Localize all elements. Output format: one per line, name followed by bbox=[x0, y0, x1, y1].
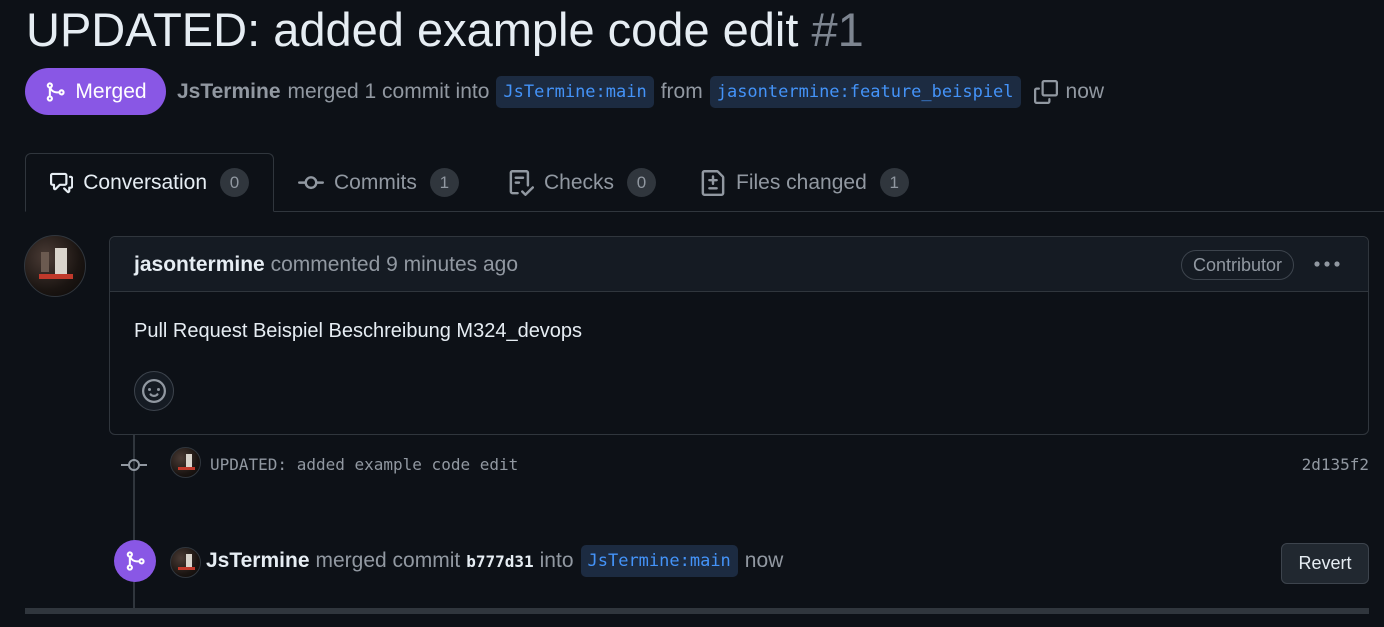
comment-discussion-icon bbox=[50, 172, 74, 193]
base-branch-label[interactable]: JsTermine:main bbox=[496, 76, 654, 108]
git-merge-icon bbox=[47, 81, 66, 102]
merge-into-text: into bbox=[539, 549, 574, 572]
comment-header: jasontermine commented 9 minutes ago Con… bbox=[110, 237, 1368, 292]
comment-author-avatar[interactable] bbox=[24, 235, 86, 297]
tab-files-changed-label: Files changed bbox=[736, 170, 867, 194]
tab-checks[interactable]: Checks 0 bbox=[508, 153, 657, 212]
pr-title-text: UPDATED: added example code edit bbox=[26, 3, 799, 56]
pr-meta: JsTermine merged 1 commit into JsTermine… bbox=[177, 76, 1104, 108]
tab-files-changed[interactable]: Files changed 1 bbox=[700, 153, 909, 212]
tab-conversation-count: 0 bbox=[220, 168, 249, 197]
comment-action: commented 9 minutes ago bbox=[270, 253, 519, 276]
merge-target-branch[interactable]: JsTermine:main bbox=[580, 545, 738, 577]
merge-description: merged 1 commit into bbox=[287, 80, 490, 103]
commit-sha-link[interactable]: 2d135f2 bbox=[1302, 455, 1369, 474]
smiley-icon bbox=[142, 379, 166, 403]
head-branch-label[interactable]: jasontermine:feature_beispiel bbox=[709, 76, 1021, 108]
timeline-end-divider bbox=[25, 608, 1369, 614]
merged-status-badge: Merged bbox=[25, 68, 166, 115]
pr-title: UPDATED: added example code edit #1 bbox=[26, 2, 864, 58]
comment-author[interactable]: jasontermine bbox=[134, 253, 265, 276]
merge-event-badge bbox=[114, 540, 156, 582]
tab-conversation[interactable]: Conversation 0 bbox=[25, 153, 274, 212]
checklist-icon bbox=[509, 169, 534, 196]
copy-icon[interactable] bbox=[1033, 80, 1058, 104]
tab-commits[interactable]: Commits 1 bbox=[298, 153, 459, 212]
add-reaction-button[interactable] bbox=[134, 371, 174, 411]
merge-event-time: now bbox=[744, 549, 784, 572]
merge-commit-sha[interactable]: b777d31 bbox=[466, 552, 533, 571]
tab-conversation-label: Conversation bbox=[83, 170, 207, 194]
merge-event: JsTermine merged commit b777d31 into JsT… bbox=[206, 545, 783, 577]
tab-checks-label: Checks bbox=[544, 170, 615, 194]
from-text: from bbox=[660, 80, 703, 103]
tab-commits-label: Commits bbox=[334, 170, 417, 194]
kebab-horizontal-icon[interactable] bbox=[1312, 251, 1342, 277]
file-diff-icon bbox=[701, 169, 725, 196]
git-commit-icon bbox=[298, 175, 324, 189]
commit-message-link[interactable]: UPDATED: added example code edit bbox=[210, 455, 518, 474]
comment-body: Pull Request Beispiel Beschreibung M324_… bbox=[134, 320, 583, 342]
git-commit-icon bbox=[121, 459, 147, 471]
commit-author-avatar[interactable] bbox=[170, 447, 201, 478]
comment-meta: jasontermine commented 9 minutes ago bbox=[134, 237, 518, 292]
merge-event-text: merged commit bbox=[315, 549, 461, 572]
revert-button[interactable]: Revert bbox=[1281, 543, 1369, 584]
merge-time: now bbox=[1065, 80, 1105, 103]
merge-event-author[interactable]: JsTermine bbox=[206, 549, 310, 573]
tab-files-changed-count: 1 bbox=[879, 168, 909, 197]
pr-number: #1 bbox=[811, 3, 864, 56]
git-merge-icon bbox=[126, 551, 145, 571]
merger-author-link[interactable]: JsTermine bbox=[177, 80, 281, 104]
tab-checks-count: 0 bbox=[627, 168, 657, 197]
merger-avatar[interactable] bbox=[170, 547, 201, 578]
tab-commits-count: 1 bbox=[429, 168, 459, 197]
comment-card: jasontermine commented 9 minutes ago Con… bbox=[109, 236, 1369, 435]
contributor-badge: Contributor bbox=[1181, 250, 1295, 280]
status-label: Merged bbox=[75, 79, 147, 103]
